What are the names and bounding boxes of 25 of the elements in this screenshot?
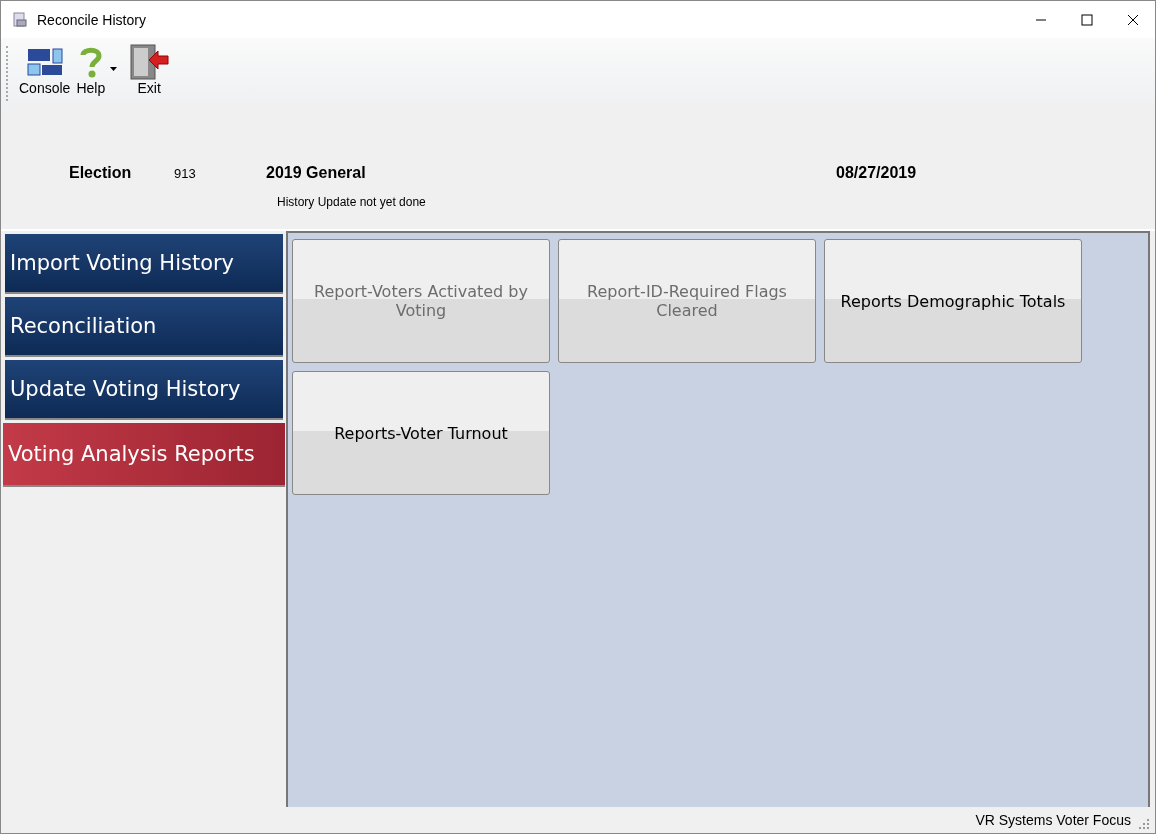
door-arrow-icon (128, 44, 171, 80)
dropdown-caret-icon[interactable] (110, 67, 118, 71)
nav-item[interactable]: Voting Analysis Reports (3, 423, 285, 487)
toolbar-button[interactable]: Exit (125, 42, 174, 98)
toolbar-grip (6, 46, 10, 101)
app-icon (12, 11, 28, 28)
election-date: 08/27/2019 (836, 164, 917, 182)
report-button[interactable]: Reports-Voter Turnout (292, 371, 550, 495)
toolbar-button[interactable]: Console (16, 42, 74, 98)
console-icon (26, 47, 63, 77)
report-button[interactable]: Reports Demographic Totals (824, 239, 1082, 363)
status-text: VR Systems Voter Focus (975, 812, 1131, 828)
window-title: Reconcile History (37, 11, 147, 28)
nav-item[interactable]: Import Voting History (5, 234, 283, 294)
history-status-text: History Update not yet done (277, 195, 427, 209)
resize-grip-icon[interactable] (1139, 819, 1149, 829)
question-mark-icon (79, 46, 102, 78)
close-icon[interactable] (1127, 13, 1139, 26)
election-name: 2019 General (266, 164, 367, 182)
maximize-icon[interactable] (1081, 13, 1093, 26)
nav-item[interactable]: Update Voting History (5, 360, 283, 420)
nav-item[interactable]: Reconciliation (5, 297, 283, 357)
election-number: 913 (174, 166, 197, 181)
election-label: Election (69, 164, 133, 182)
toolbar-button[interactable]: Help (73, 42, 109, 98)
